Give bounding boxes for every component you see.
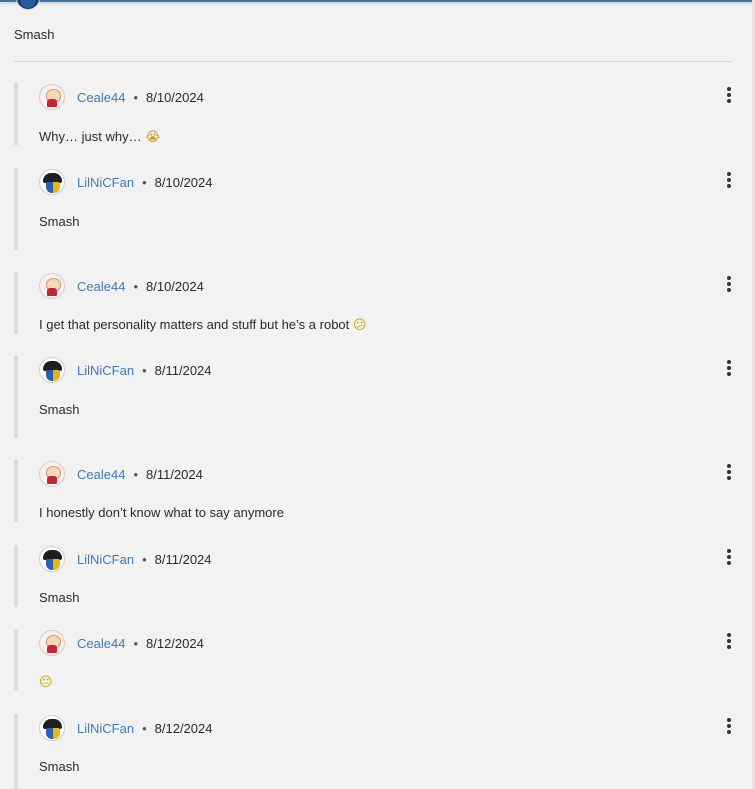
more-options-icon[interactable] xyxy=(726,172,732,190)
separator-dot: • xyxy=(142,720,147,736)
separator-dot: • xyxy=(133,278,138,294)
comment: Ceale44 • 8/11/2024 I honestly don’t kno… xyxy=(14,460,740,522)
comment: LilNiCFan • 8/11/2024 Smash xyxy=(14,545,740,607)
confused-face-emoji: 😕 xyxy=(352,318,367,333)
separator-dot: • xyxy=(142,174,147,190)
comment-date: 8/10/2024 xyxy=(154,174,213,190)
comment-header: LilNiCFan • 8/11/2024 xyxy=(39,545,212,573)
comment: Ceale44 • 8/10/2024 Why… just why… 😭 xyxy=(14,83,740,145)
more-options-icon[interactable] xyxy=(726,87,732,105)
username-link[interactable]: LilNiCFan xyxy=(77,552,134,567)
comment-text: I get that personality matters and stuff… xyxy=(39,317,350,332)
comment-text: I honestly don’t know what to say anymor… xyxy=(39,505,284,520)
user-avatar[interactable] xyxy=(39,461,65,487)
comment: LilNiCFan • 8/10/2024 Smash xyxy=(14,168,740,250)
parent-comment-text: Smash xyxy=(14,27,55,42)
comment-body: I get that personality matters and stuff… xyxy=(39,317,366,333)
username-link[interactable]: Ceale44 xyxy=(77,90,125,105)
separator-dot: • xyxy=(133,89,138,105)
comment-header: Ceale44 • 8/10/2024 xyxy=(39,272,204,300)
comment-body: Smash xyxy=(39,759,79,774)
comment-body: Smash xyxy=(39,402,79,417)
user-avatar[interactable] xyxy=(39,546,65,572)
crying-face-emoji: 😭 xyxy=(145,130,161,145)
comment-thread-page: Smash Ceale44 • 8/10/2024 Why… just why…… xyxy=(0,0,755,789)
comment-body: Why… just why… 😭 xyxy=(39,129,160,145)
comment-text: Smash xyxy=(39,759,80,774)
username-link[interactable]: LilNiCFan xyxy=(77,175,134,190)
comment-body: I honestly don’t know what to say anymor… xyxy=(39,505,284,520)
comment-text: Smash xyxy=(39,590,80,605)
header-bar xyxy=(0,0,755,2)
comment-header: Ceale44 • 8/10/2024 xyxy=(39,83,204,111)
comment: LilNiCFan • 8/12/2024 Smash xyxy=(14,714,740,789)
separator-dot: • xyxy=(142,362,147,378)
comment: Ceale44 • 8/10/2024 I get that personali… xyxy=(14,272,740,334)
thread-indent-bar xyxy=(14,460,18,522)
thread-indent-bar xyxy=(14,272,18,334)
more-options-icon[interactable] xyxy=(726,360,732,378)
user-avatar[interactable] xyxy=(39,169,65,195)
user-avatar[interactable] xyxy=(39,273,65,299)
thread-indent-bar xyxy=(14,714,18,789)
comment-date: 8/11/2024 xyxy=(154,362,212,378)
comment-body: 😐 xyxy=(39,674,53,690)
comment-header: LilNiCFan • 8/10/2024 xyxy=(39,168,212,196)
comment-date: 8/10/2024 xyxy=(146,278,204,294)
user-avatar[interactable] xyxy=(39,630,65,656)
username-link[interactable]: LilNiCFan xyxy=(77,363,134,378)
comment: Ceale44 • 8/12/2024 😐 xyxy=(14,629,740,691)
thread-indent-bar xyxy=(14,545,18,607)
more-options-icon[interactable] xyxy=(726,276,732,294)
thread-indent-bar xyxy=(14,629,18,691)
username-link[interactable]: Ceale44 xyxy=(77,467,125,482)
separator-dot: • xyxy=(133,635,138,651)
comment-body: Smash xyxy=(39,590,79,605)
user-avatar[interactable] xyxy=(39,715,65,741)
divider xyxy=(14,61,732,62)
comment-text: Why… just why… xyxy=(39,129,142,144)
more-options-icon[interactable] xyxy=(726,633,732,651)
comment-header: Ceale44 • 8/12/2024 xyxy=(39,629,204,657)
comment-date: 8/11/2024 xyxy=(154,551,212,567)
more-options-icon[interactable] xyxy=(726,718,732,736)
thread-indent-bar xyxy=(14,356,18,438)
neutral-face-emoji: 😐 xyxy=(39,675,53,690)
comment: LilNiCFan • 8/11/2024 Smash xyxy=(14,356,740,438)
comment-header: LilNiCFan • 8/12/2024 xyxy=(39,714,212,742)
more-options-icon[interactable] xyxy=(726,464,732,482)
comment-date: 8/12/2024 xyxy=(154,720,213,736)
user-avatar[interactable] xyxy=(39,84,65,110)
username-link[interactable]: LilNiCFan xyxy=(77,721,134,736)
username-link[interactable]: Ceale44 xyxy=(77,279,125,294)
comment-date: 8/12/2024 xyxy=(146,635,204,651)
comment-body: Smash xyxy=(39,214,79,229)
parent-avatar[interactable] xyxy=(16,0,40,10)
separator-dot: • xyxy=(142,551,147,567)
user-avatar[interactable] xyxy=(39,357,65,383)
username-link[interactable]: Ceale44 xyxy=(77,636,125,651)
comment-date: 8/11/2024 xyxy=(146,466,203,482)
comment-header: LilNiCFan • 8/11/2024 xyxy=(39,356,212,384)
separator-dot: • xyxy=(133,466,138,482)
comment-date: 8/10/2024 xyxy=(146,89,204,105)
more-options-icon[interactable] xyxy=(726,549,732,567)
thread-indent-bar xyxy=(14,168,18,250)
comment-header: Ceale44 • 8/11/2024 xyxy=(39,460,203,488)
comment-text: Smash xyxy=(39,214,80,229)
thread-indent-bar xyxy=(14,83,18,145)
comment-text: Smash xyxy=(39,402,80,417)
